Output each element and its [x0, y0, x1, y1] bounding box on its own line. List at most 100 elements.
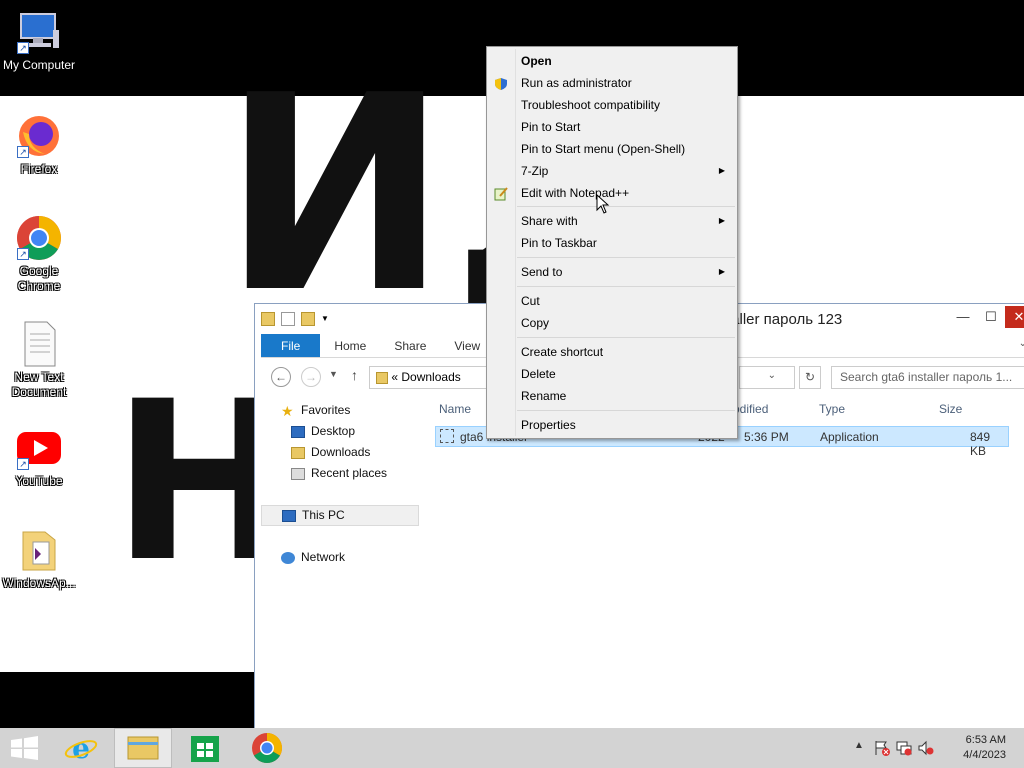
nav-favorites[interactable]: ★ Favorites [261, 400, 419, 421]
menu-label: Share with [521, 214, 578, 228]
address-bar[interactable]: « Downloads [369, 366, 489, 389]
taskbar-store[interactable] [176, 728, 234, 768]
file-explorer-icon [127, 736, 159, 760]
file-type: Application [820, 430, 879, 444]
desktop-icon-firefox[interactable]: ↗ Firefox [0, 112, 78, 177]
menu-label: Send to [521, 265, 563, 279]
menu-item-pin-to-start-openshell[interactable]: Pin to Start menu (Open-Shell) [489, 138, 735, 160]
start-button[interactable] [0, 728, 58, 768]
downloads-folder-icon [291, 446, 305, 459]
menu-item-pin-to-taskbar[interactable]: Pin to Taskbar [489, 232, 735, 254]
menu-label: 7-Zip [521, 164, 549, 178]
taskbar: e ▲ 6:53 AM 4/4/2023 [0, 728, 1024, 768]
address-segment-downloads[interactable]: Downloads [401, 370, 460, 384]
nav-recent-places[interactable]: Recent places [261, 463, 419, 484]
maximize-button[interactable]: ☐ [977, 306, 1005, 328]
properties-icon[interactable] [281, 312, 295, 326]
column-size[interactable]: Size [939, 402, 962, 416]
nav-label: Downloads [311, 445, 371, 459]
menu-item-share-with[interactable]: Share with ▶ [489, 210, 735, 232]
menu-separator [517, 286, 735, 287]
taskbar-ie[interactable]: e [52, 728, 110, 768]
application-icon [440, 429, 454, 443]
column-date-modified[interactable]: odified [733, 402, 768, 416]
nav-label: Recent places [311, 466, 388, 480]
star-icon: ★ [281, 402, 294, 419]
desktop-icon-label: Firefox [20, 162, 58, 176]
chrome-icon [252, 733, 283, 764]
nav-network[interactable]: Network [261, 547, 419, 568]
up-button[interactable]: ↑ [351, 367, 358, 383]
menu-item-cut[interactable]: Cut [489, 290, 735, 312]
folder-icon[interactable] [261, 312, 275, 326]
menu-label: Open [521, 54, 552, 68]
search-input[interactable]: Search gta6 installer пароль 1... [831, 366, 1024, 389]
menu-item-pin-to-start[interactable]: Pin to Start [489, 116, 735, 138]
minimize-button[interactable]: — [949, 306, 977, 328]
menu-item-edit-notepadpp[interactable]: Edit with Notepad++ [489, 182, 735, 204]
menu-item-copy[interactable]: Copy [489, 312, 735, 334]
action-center-flag-icon[interactable] [874, 740, 890, 756]
address-overflow[interactable]: « [391, 370, 398, 384]
address-bar-end[interactable]: ⌄ [739, 366, 795, 389]
system-tray: ▲ 6:53 AM 4/4/2023 [844, 728, 1024, 768]
text-document-icon [15, 320, 63, 368]
nav-downloads[interactable]: Downloads [261, 442, 419, 463]
file-size: 849 KB [970, 430, 991, 458]
column-type[interactable]: Type [819, 402, 845, 416]
uac-shield-icon [494, 76, 508, 90]
menu-item-send-to[interactable]: Send to ▶ [489, 261, 735, 283]
network-icon[interactable] [896, 740, 912, 756]
menu-label: Delete [521, 367, 556, 381]
desktop-icon-my-computer[interactable]: ↗ My Computer [0, 8, 78, 73]
desktop-icon-label: Google Chrome [17, 264, 61, 293]
firefox-icon: ↗ [15, 112, 63, 160]
taskbar-chrome[interactable] [238, 728, 296, 768]
menu-item-7zip[interactable]: 7-Zip ▶ [489, 160, 735, 182]
show-hidden-icons-button[interactable]: ▲ [854, 740, 864, 751]
ribbon-expand-icon[interactable]: ⌄ [1019, 338, 1024, 349]
desktop-icon-youtube[interactable]: ↗ YouTube [0, 424, 78, 489]
desktop-icon-chrome[interactable]: ↗ Google Chrome [0, 214, 78, 294]
address-dropdown-icon[interactable]: ⌄ [768, 370, 776, 381]
folder-vs-icon [15, 526, 63, 574]
new-folder-icon[interactable] [301, 312, 315, 326]
refresh-button[interactable]: ↻ [799, 366, 821, 389]
nav-this-pc[interactable]: This PC [261, 505, 419, 526]
tab-file[interactable]: File [261, 334, 321, 357]
qat-dropdown-icon[interactable]: ▼ [321, 312, 329, 326]
menu-item-run-as-admin[interactable]: Run as administrator [489, 72, 735, 94]
recent-locations-icon[interactable]: ▼ [329, 369, 338, 379]
menu-item-create-shortcut[interactable]: Create shortcut [489, 341, 735, 363]
submenu-arrow-icon: ▶ [718, 267, 725, 276]
volume-muted-icon[interactable] [918, 740, 934, 756]
menu-item-troubleshoot[interactable]: Troubleshoot compatibility [489, 94, 735, 116]
desktop-icon-text-document[interactable]: New Text Document [0, 320, 78, 400]
menu-separator [517, 337, 735, 338]
tab-share[interactable]: Share [380, 334, 440, 357]
back-button[interactable]: ← [271, 367, 291, 387]
taskbar-file-explorer[interactable] [114, 728, 172, 768]
menu-label: Create shortcut [521, 345, 604, 359]
desktop-icon-windowsap[interactable]: WindowsAp... [0, 526, 78, 591]
menu-item-delete[interactable]: Delete [489, 363, 735, 385]
nav-label: Network [301, 550, 346, 564]
menu-item-properties[interactable]: Properties [489, 414, 735, 436]
column-name[interactable]: Name [439, 402, 471, 416]
forward-button[interactable]: → [301, 367, 321, 387]
desktop-icon-label: New Text Document [11, 370, 67, 399]
nav-desktop[interactable]: Desktop [261, 421, 419, 442]
desktop-icon-label: YouTube [15, 474, 63, 488]
desktop-icon-label: WindowsAp... [2, 576, 76, 590]
menu-item-open[interactable]: Open [489, 50, 735, 72]
tab-home[interactable]: Home [320, 334, 380, 357]
clock[interactable]: 6:53 AM 4/4/2023 [963, 733, 1006, 763]
file-date: 5:36 PM [744, 430, 789, 444]
store-icon [191, 736, 219, 762]
notepadpp-icon [494, 186, 508, 201]
menu-label: Properties [521, 418, 576, 432]
close-button[interactable]: ✕ [1005, 306, 1024, 328]
this-pc-icon [282, 509, 296, 522]
menu-label: Troubleshoot compatibility [521, 98, 660, 112]
menu-item-rename[interactable]: Rename [489, 385, 735, 407]
